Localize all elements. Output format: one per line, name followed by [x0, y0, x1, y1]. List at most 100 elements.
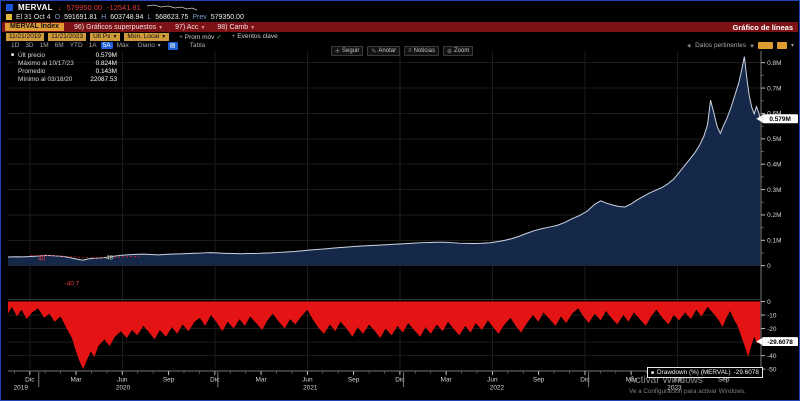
open-label: O — [55, 14, 60, 21]
axis-label: -40 — [767, 353, 777, 360]
series-swatch-icon: ■ — [651, 370, 654, 376]
legend-label: Máximo al 10/17/23 — [18, 60, 74, 67]
axis-label: Sep — [533, 377, 545, 384]
period-tabs: 1D3D1M6MYTD1A5AMáx — [9, 42, 131, 49]
period-tab-1a[interactable]: 1A — [87, 42, 99, 49]
toolbar-toggle[interactable]: + Prom móv ✓ — [179, 33, 222, 41]
last-price: 579950.00 — [67, 3, 102, 12]
zoom-icon: ⊕ — [447, 48, 452, 55]
toolbar-field[interactable]: 11/21/2019 — [6, 33, 44, 41]
period-tab-5a[interactable]: 5A — [101, 42, 113, 49]
series-layer: 40 48 -40.7 — [8, 57, 761, 370]
chart-type-button[interactable]: ▤ — [168, 42, 178, 50]
axis-label: Jun — [117, 377, 128, 384]
series-swatch-icon: ■ — [11, 52, 18, 58]
function-shortcut-button[interactable] — [777, 42, 787, 49]
period-tab-máx[interactable]: Máx — [115, 42, 131, 49]
function-shortcut-button[interactable] — [758, 42, 773, 49]
field-value: Mon. Local — [127, 33, 159, 40]
legend-value: 22087.53 — [90, 76, 117, 83]
axis-label: 0.1M — [767, 238, 781, 245]
seguir-button[interactable]: ✛Seguir — [331, 46, 363, 56]
period-tab-1m[interactable]: 1M — [38, 42, 51, 49]
last-value-marker: 0.579M — [756, 114, 798, 123]
low-label: L — [147, 14, 151, 21]
tool-label: Anotar — [378, 48, 396, 54]
axis-label: 2020 — [116, 385, 131, 392]
security-tag[interactable]: MERVAL Index — [5, 23, 64, 31]
axis-label: 2021 — [303, 385, 318, 392]
chevron-down-icon: ▼ — [250, 25, 255, 31]
period-tab-1d[interactable]: 1D — [9, 42, 21, 49]
price-chart-canvas[interactable]: 4048-40.70.8M0.7M0.6M0.5M0.4M0.3M0.2M0.1… — [1, 1, 799, 400]
price-legend-box: ■Últ precio0.579MMáximo al 10/17/23 0.824… — [11, 51, 117, 83]
period-tab-3d[interactable]: 3D — [23, 42, 35, 49]
panel-handle-icon[interactable] — [6, 4, 13, 11]
axis-label: -29.6078 — [767, 339, 793, 346]
intraday-sparkline — [146, 3, 198, 12]
legend-value: 0.579M — [96, 52, 117, 59]
period-tab-6m[interactable]: 6M — [53, 42, 66, 49]
anotar-icon: ✎ — [371, 48, 376, 55]
function-menu-bar: MERVAL Index 96) Gráficos superpuestos▼9… — [2, 22, 798, 32]
chevron-down-icon: ▼ — [112, 34, 117, 40]
prev-label: Prev — [192, 14, 206, 21]
toolbar-toggle[interactable]: + Eventos clave — [232, 33, 278, 41]
toolbar-field[interactable]: Mon. Local▼ — [124, 33, 169, 41]
tool-label: Noticias — [414, 48, 435, 54]
chevron-down-icon: ▼ — [157, 43, 162, 49]
chevron-down-icon[interactable]: ▾ — [791, 42, 794, 49]
legend-row: Máximo al 10/17/23 0.824M — [11, 59, 117, 67]
axis-label: Mar — [70, 377, 82, 384]
related-data-link[interactable]: Datos pertinentes — [695, 42, 746, 49]
noticias-button[interactable]: ≡Noticias — [404, 46, 439, 56]
high-value: 603748.94 — [110, 14, 143, 21]
chevron-down-icon: ▼ — [161, 34, 166, 40]
activate-windows-watermark-sub: Ve a Configuración para activar Windows. — [629, 388, 746, 395]
menu-item[interactable]: 96) Gráficos superpuestos▼ — [74, 24, 163, 31]
zoom-button[interactable]: ⊕Zoom — [443, 46, 473, 56]
menu-item-label: 98) Camb — [217, 24, 248, 31]
chart-annotation: 40 — [38, 256, 46, 263]
menu-item[interactable]: 98) Camb▼ — [217, 24, 255, 31]
extras-group: + Prom móv ✓ + Eventos clave — [179, 33, 278, 41]
diamond-icon: ◆ — [687, 43, 691, 49]
last-value-marker: -29.6078 — [756, 337, 798, 346]
axis-label: Jun — [302, 377, 313, 384]
security-header-row: MERVAL ↓ 579950.00 -12541.81 — [2, 2, 798, 12]
axis-label: 0.4M — [767, 161, 781, 168]
ticker-symbol[interactable]: MERVAL — [18, 3, 53, 12]
legend-value: 0.824M — [96, 60, 117, 67]
table-button[interactable]: Tabla — [190, 42, 206, 49]
frequency-dropdown[interactable]: Diario ▼ — [138, 42, 162, 49]
seguir-icon: ✛ — [335, 48, 340, 55]
noticias-icon: ≡ — [408, 48, 412, 54]
anotar-button[interactable]: ✎Anotar — [367, 46, 400, 56]
axis-label: 0.5M — [767, 136, 781, 143]
low-value: 568623.75 — [155, 14, 188, 21]
drawdown-legend[interactable]: ■ Drawdown (%) (MERVAL) -29.6078 — [647, 367, 763, 378]
menu-items: 96) Gráficos superpuestos▼ 97) Acc▼ 98) Ca… — [74, 24, 255, 31]
axis-label: 0 — [767, 263, 771, 270]
legend-label: Mínimo al 03/18/20 — [18, 76, 72, 83]
chevron-down-icon: ▼ — [158, 25, 163, 31]
toolbar-field[interactable]: 11/21/2023 — [48, 33, 86, 41]
legend-row: ■Últ precio0.579M — [11, 51, 117, 59]
tool-label: Zoom — [454, 48, 469, 54]
field-value: 11/21/2019 — [9, 33, 41, 40]
toolbar-field[interactable]: Últ Px▼ — [90, 33, 120, 41]
chart-annotation: 48 — [106, 255, 114, 262]
axis-label: Sep — [348, 377, 360, 384]
chart-action-toolbar: ✛Seguir ✎Anotar ≡Noticias ⊕Zoom — [331, 46, 473, 56]
alert-icon[interactable] — [6, 14, 12, 20]
down-arrow-icon: ↓ — [58, 3, 62, 12]
period-tab-ytd[interactable]: YTD — [68, 42, 85, 49]
chart-annotation: -40.7 — [65, 281, 80, 288]
check-icon: ✓ — [214, 34, 221, 41]
axis-label: 0.3M — [767, 187, 781, 194]
menu-item[interactable]: 97) Acc▼ — [175, 24, 205, 31]
axis-label: -20 — [767, 326, 777, 333]
bloomberg-terminal-window: 4048-40.70.8M0.7M0.6M0.5M0.4M0.3M0.2M0.1… — [0, 0, 800, 401]
axis-label: 0 — [767, 299, 771, 306]
axis-label: -50 — [767, 366, 777, 373]
